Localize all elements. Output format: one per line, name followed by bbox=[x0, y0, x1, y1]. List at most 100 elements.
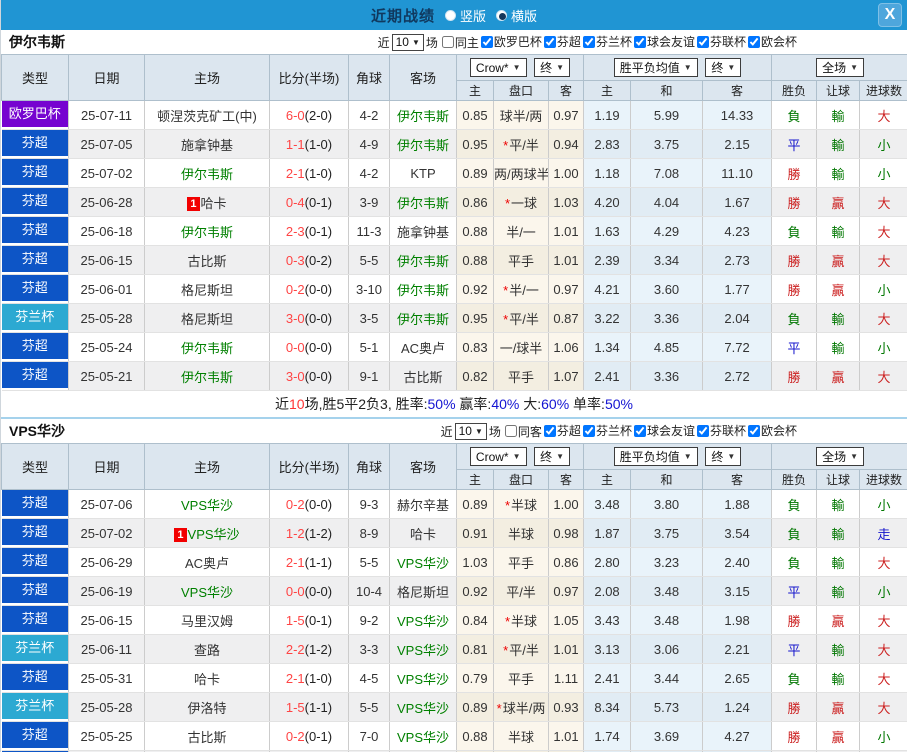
league-checkbox[interactable] bbox=[633, 35, 646, 48]
league-filter[interactable]: 球会友谊 bbox=[632, 33, 695, 50]
league-cell: 芬超 bbox=[1, 187, 69, 217]
home-team-cell: 施拿钟基 bbox=[144, 129, 270, 159]
handicap-text: 半/一 bbox=[509, 282, 539, 298]
avg-type-select[interactable]: 胜平负均值 ▼ bbox=[613, 58, 698, 77]
odds-source-select[interactable]: Crow* ▼ bbox=[469, 447, 527, 467]
league-checkbox[interactable] bbox=[582, 35, 595, 48]
home-team: 伊尔韦斯 bbox=[180, 166, 233, 182]
away-team-cell: VPS华沙 bbox=[389, 547, 457, 577]
avg-home-odds: 1.18 bbox=[583, 158, 632, 188]
away-odds: 0.93 bbox=[548, 692, 585, 722]
avg-draw-odds: 3.48 bbox=[630, 576, 704, 606]
half-score: (0-0) bbox=[304, 310, 333, 326]
avg-draw-odds: 4.04 bbox=[630, 187, 704, 217]
league-checkbox[interactable] bbox=[633, 424, 646, 437]
col-header-home: 主场 bbox=[144, 443, 270, 490]
avg-type-select[interactable]: 胜平负均值 ▼ bbox=[613, 447, 698, 466]
full-score: 2-2 bbox=[285, 641, 305, 657]
away-odds: 0.87 bbox=[548, 303, 585, 333]
away-team: 施拿钟基 bbox=[396, 224, 449, 240]
avg-stage-select[interactable]: 终 ▼ bbox=[705, 447, 742, 466]
corner-score: 5-5 bbox=[348, 245, 390, 275]
league-filter[interactable]: 芬联杯 bbox=[695, 33, 746, 50]
same-home-checkbox[interactable] bbox=[441, 36, 454, 48]
half-score: (1-2) bbox=[304, 525, 333, 541]
home-team: 古比斯 bbox=[187, 253, 227, 269]
layout-radio-vertical[interactable]: 竖版 bbox=[444, 6, 486, 25]
handicap-text: 平手 bbox=[507, 253, 534, 269]
handicap-text: 一球 bbox=[511, 195, 538, 211]
home-odds: 0.79 bbox=[456, 663, 494, 693]
same-away-filter[interactable]: 同客 bbox=[503, 423, 542, 440]
avg-group-header: 胜平负均值 ▼ 终 ▼ bbox=[583, 54, 773, 81]
close-button[interactable]: X bbox=[878, 3, 902, 27]
league-badge: 芬超 bbox=[1, 130, 68, 156]
home-team-cell: 伊尔韦斯 bbox=[144, 216, 270, 246]
league-filter[interactable]: 芬超 bbox=[542, 422, 581, 439]
scope-select[interactable]: 全场 ▼ bbox=[816, 58, 865, 77]
summary-segment: 大: bbox=[519, 396, 542, 412]
avg-away-odds: 3.15 bbox=[702, 576, 773, 606]
team-name: 伊尔韦斯 bbox=[9, 34, 65, 50]
col-header-avg-home: 主 bbox=[583, 80, 632, 101]
away-team: 古比斯 bbox=[403, 369, 443, 385]
league-filter[interactable]: 芬联杯 bbox=[695, 422, 746, 439]
corner-score: 4-5 bbox=[348, 663, 390, 693]
match-date: 25-07-02 bbox=[68, 158, 145, 188]
league-checkbox[interactable] bbox=[747, 35, 760, 48]
away-team-cell: 格尼斯坦 bbox=[389, 576, 457, 606]
avg-away-odds: 1.77 bbox=[702, 274, 773, 304]
league-checkbox[interactable] bbox=[543, 35, 556, 48]
radio-icon-checked[interactable] bbox=[496, 9, 507, 21]
radio-icon[interactable] bbox=[444, 9, 456, 21]
odds-stage-select[interactable]: 终 ▼ bbox=[534, 446, 571, 466]
avg-stage-select[interactable]: 终 ▼ bbox=[705, 58, 742, 77]
league-checkbox[interactable] bbox=[696, 35, 709, 48]
league-filter[interactable]: 欧会杯 bbox=[746, 422, 797, 439]
away-team: 哈卡 bbox=[409, 526, 436, 542]
league-filter[interactable]: 芬超 bbox=[542, 33, 581, 50]
match-row: 芬超 25-06-28 1 哈卡 0-4(0-1) 3-9 伊尔韦斯 0.86 *… bbox=[1, 187, 907, 217]
league-badge: 芬超 bbox=[1, 664, 68, 690]
handicap-result-cell: 輸 bbox=[816, 100, 861, 130]
col-header-goals: 进球数 bbox=[859, 80, 907, 101]
away-odds: 1.07 bbox=[548, 361, 585, 391]
games-count-select[interactable]: 10 ▼ bbox=[454, 422, 487, 440]
full-score: 3-0 bbox=[285, 368, 305, 384]
league-checkbox[interactable] bbox=[480, 35, 493, 48]
league-checkbox[interactable] bbox=[582, 424, 595, 437]
league-checkbox[interactable] bbox=[747, 424, 760, 437]
score-cell: 0-2(0-1) bbox=[269, 721, 349, 751]
result-cell: 勝 bbox=[771, 605, 818, 635]
score-cell: 1-5(1-1) bbox=[269, 692, 349, 722]
full-score: 1-5 bbox=[285, 699, 305, 715]
same-away-checkbox[interactable] bbox=[504, 425, 517, 437]
league-filter[interactable]: 球会友谊 bbox=[632, 422, 695, 439]
home-team: 格尼斯坦 bbox=[180, 311, 233, 327]
league-badge: 芬超 bbox=[1, 188, 68, 214]
avg-home-odds: 3.43 bbox=[583, 605, 632, 635]
result-cell: 勝 bbox=[771, 187, 818, 217]
goals-result-cell: 大 bbox=[859, 663, 907, 693]
layout-radio-horizontal[interactable]: 横版 bbox=[496, 6, 537, 25]
league-filter[interactable]: 欧会杯 bbox=[746, 33, 797, 50]
league-filter[interactable]: 芬兰杯 bbox=[581, 33, 632, 50]
avg-home-odds: 1.34 bbox=[583, 332, 632, 362]
league-checkbox[interactable] bbox=[696, 424, 709, 437]
handicap-text: 球半/两 bbox=[499, 108, 543, 124]
games-count-select[interactable]: 10 ▼ bbox=[391, 33, 424, 51]
scope-select[interactable]: 全场 ▼ bbox=[816, 447, 865, 466]
odds-source-select[interactable]: Crow* ▼ bbox=[469, 58, 527, 78]
handicap-line: *平/半 bbox=[493, 303, 549, 333]
same-home-filter[interactable]: 同主 bbox=[440, 34, 479, 51]
league-filter[interactable]: 芬兰杯 bbox=[581, 422, 632, 439]
col-header-avg-draw: 和 bbox=[630, 469, 704, 490]
odds-stage-select[interactable]: 终 ▼ bbox=[534, 57, 571, 77]
league-checkbox[interactable] bbox=[543, 424, 556, 437]
league-cell: 芬超 bbox=[1, 547, 69, 577]
half-score: (0-0) bbox=[304, 368, 333, 384]
league-filter[interactable]: 欧罗巴杯 bbox=[479, 33, 542, 50]
league-filter-label: 欧会杯 bbox=[760, 424, 797, 439]
result-cell: 負 bbox=[771, 518, 818, 548]
league-cell: 芬超 bbox=[1, 721, 69, 751]
